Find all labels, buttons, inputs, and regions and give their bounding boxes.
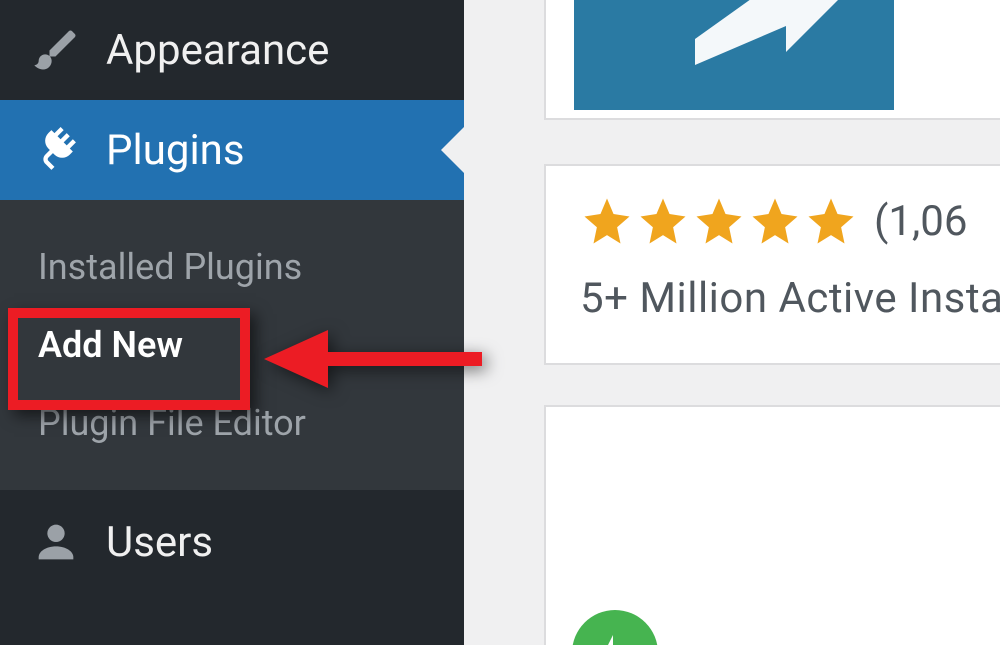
menu-item-users[interactable]: Users [0,492,464,592]
plug-icon [30,124,82,176]
content-area: (1,06 5+ Million Active Instal [464,0,1000,645]
plugins-submenu: Installed Plugins Add New Plugin File Ed… [0,200,464,490]
star-icon [804,194,858,248]
active-installs: 5+ Million Active Instal [580,274,1000,323]
star-icon [580,194,634,248]
menu-item-plugins[interactable]: Plugins [0,100,464,200]
plugin-rating-card: (1,06 5+ Million Active Instal [544,164,1000,365]
rating-count: (1,06 [874,197,967,246]
star-icon [636,194,690,248]
admin-sidebar: Appearance Plugins Installed Plugins Add… [0,0,464,645]
plugin-card [544,405,1000,645]
user-icon [30,516,82,568]
submenu-item-installed-plugins[interactable]: Installed Plugins [0,228,464,306]
submenu-item-add-new[interactable]: Add New [0,306,464,384]
star-icon [748,194,802,248]
plugin-thumbnail [574,0,894,110]
menu-label-users: Users [106,518,213,567]
menu-label-appearance: Appearance [106,26,329,75]
star-icon [692,194,746,248]
submenu-item-plugin-file-editor[interactable]: Plugin File Editor [0,384,464,462]
menu-item-appearance[interactable]: Appearance [0,0,464,100]
menu-label-plugins: Plugins [106,126,245,175]
star-rating: (1,06 [580,194,1000,248]
paintbrush-icon [30,24,82,76]
